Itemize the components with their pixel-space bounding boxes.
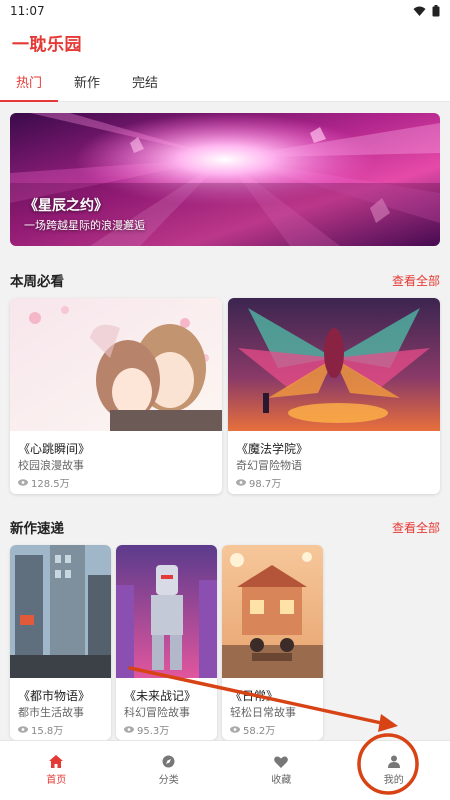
weekly-see-all-link[interactable]: 查看全部 (392, 272, 440, 289)
tab-finished[interactable]: 完结 (116, 61, 174, 101)
nav-category[interactable]: 分类 (113, 741, 226, 800)
battery-icon (432, 5, 440, 17)
new-card-2[interactable]: 《未来战记》 科幻冒险故事 95.3万 (116, 545, 217, 740)
annotation-arrow-head (378, 714, 398, 732)
new-card-2-image (116, 545, 217, 678)
new-card-1-views: 15.8万 (18, 722, 63, 737)
weekly-card-1-views: 128.5万 (18, 475, 70, 490)
status-time: 11:07 (10, 4, 45, 18)
new-card-3[interactable]: 《日常》 轻松日常故事 58.2万 (222, 545, 323, 740)
weekly-card-2[interactable]: 《魔法学院》 奇幻冒险物语 98.7万 (228, 298, 440, 494)
nav-home[interactable]: 首页 (0, 741, 113, 800)
eye-icon (124, 726, 134, 733)
weekly-card-2-image (228, 298, 440, 431)
bottom-nav: 首页 分类 收藏 我的 (0, 740, 450, 800)
weekly-card-2-title: 《魔法学院》 (236, 442, 309, 456)
new-section-header: 新作速递 查看全部 (10, 517, 440, 538)
eye-icon (230, 726, 240, 733)
home-icon (49, 755, 64, 768)
status-bar: 11:07 (0, 0, 450, 22)
tab-new[interactable]: 新作 (58, 61, 116, 101)
app-header: 一耽乐园 (0, 22, 450, 62)
weekly-section-header: 本周必看 查看全部 (10, 270, 440, 291)
category-icon (162, 755, 175, 768)
top-tabs: 热门 新作 完结 (0, 62, 450, 102)
weekly-card-2-views-count: 98.7万 (249, 479, 282, 490)
new-card-2-views: 95.3万 (124, 722, 169, 737)
weekly-card-2-genre: 奇幻冒险物语 (236, 459, 302, 472)
new-card-1-views-count: 15.8万 (31, 726, 64, 737)
banner-subtitle: 一场跨越星际的浪漫邂逅 (24, 219, 145, 232)
nav-home-label: 首页 (46, 775, 67, 786)
new-card-3-views: 58.2万 (230, 722, 275, 737)
new-card-1[interactable]: 《都市物语》 都市生活故事 15.8万 (10, 545, 111, 740)
new-card-2-views-count: 95.3万 (137, 726, 170, 737)
weekly-card-1-title: 《心跳瞬间》 (18, 442, 91, 456)
wifi-icon (413, 6, 426, 16)
eye-icon (18, 479, 28, 486)
tab-hot[interactable]: 热门 (0, 61, 58, 102)
eye-icon (236, 479, 246, 486)
new-card-3-title: 《日常》 (230, 689, 279, 703)
eye-icon (18, 726, 28, 733)
app-title: 一耽乐园 (12, 34, 82, 55)
tab-finished-label: 完结 (131, 75, 158, 91)
new-card-1-genre: 都市生活故事 (18, 706, 84, 719)
nav-profile[interactable]: 我的 (338, 741, 450, 800)
nav-profile-label: 我的 (383, 775, 404, 786)
new-card-2-genre: 科幻冒险故事 (124, 706, 190, 719)
new-card-3-genre: 轻松日常故事 (230, 706, 296, 719)
banner-title: 《星辰之约》 (24, 198, 108, 214)
new-card-3-image (222, 545, 323, 678)
nav-favorites-label: 收藏 (271, 774, 292, 786)
nav-favorites[interactable]: 收藏 (225, 741, 338, 800)
weekly-section-title: 本周必看 (10, 274, 64, 290)
heart-icon (274, 756, 289, 768)
tab-new-label: 新作 (73, 75, 100, 91)
new-card-3-views-count: 58.2万 (243, 726, 276, 737)
new-see-all-link[interactable]: 查看全部 (392, 519, 440, 536)
weekly-card-1[interactable]: 《心跳瞬间》 校园浪漫故事 128.5万 (10, 298, 222, 494)
weekly-card-1-image (10, 298, 222, 431)
new-card-2-title: 《未来战记》 (124, 689, 197, 703)
featured-banner[interactable]: 《星辰之约》 一场跨越星际的浪漫邂逅 (10, 113, 440, 246)
weekly-card-1-views-count: 128.5万 (31, 479, 70, 490)
user-icon (387, 755, 400, 768)
new-card-1-title: 《都市物语》 (18, 689, 91, 703)
new-section-title: 新作速递 (10, 521, 64, 537)
nav-category-label: 分类 (158, 775, 179, 786)
tab-hot-label: 热门 (15, 75, 42, 91)
weekly-card-1-genre: 校园浪漫故事 (18, 459, 84, 472)
new-card-1-image (10, 545, 111, 678)
weekly-card-2-views: 98.7万 (236, 475, 281, 490)
